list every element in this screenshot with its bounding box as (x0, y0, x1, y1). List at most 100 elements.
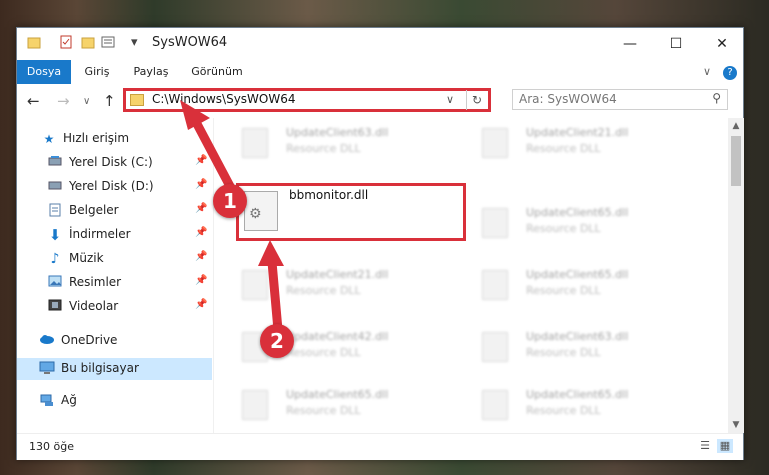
sidebar-item-quick-access[interactable]: ★ Hızlı erişim (17, 128, 212, 150)
cloud-icon (39, 333, 55, 349)
recent-locations-button[interactable]: ∨ (83, 96, 90, 107)
title-bar: ▾ SysWOW64 — ☐ ✕ (17, 28, 743, 60)
vertical-scrollbar[interactable]: ▲ ▼ (728, 118, 744, 433)
list-item[interactable]: UpdateClient21.dll Resource DLL (454, 124, 674, 164)
forward-button[interactable]: → (57, 92, 70, 110)
help-button[interactable]: ? (721, 60, 739, 84)
list-item[interactable]: UpdateClient63.dll Resource DLL (454, 328, 674, 368)
list-item[interactable]: UpdateClient63.dll Resource DLL (214, 124, 434, 164)
sidebar-item-label: Bu bilgisayar (61, 361, 139, 375)
sidebar-item-onedrive[interactable]: OneDrive (17, 330, 212, 352)
dll-file-icon (482, 332, 508, 362)
list-item[interactable]: UpdateClient42.dll Resource DLL (214, 328, 434, 368)
sidebar-item-label: Videolar (69, 299, 119, 313)
tab-view[interactable]: Görünüm (183, 60, 251, 84)
file-type: Resource DLL (286, 142, 361, 155)
videos-icon (47, 299, 63, 315)
new-folder-icon[interactable] (81, 35, 95, 53)
search-box[interactable]: Ara: SysWOW64 ⚲ (512, 89, 728, 110)
pin-icon[interactable]: 📌 (195, 227, 207, 238)
sidebar-item-music[interactable]: ♪ Müzik 📌 (17, 248, 212, 270)
sidebar-item-disk-c[interactable]: Yerel Disk (C:) 📌 (17, 152, 212, 174)
properties-icon[interactable] (59, 35, 73, 53)
pin-icon[interactable]: 📌 (195, 251, 207, 262)
maximize-button[interactable]: ☐ (653, 28, 699, 60)
pin-icon[interactable]: 📌 (195, 203, 207, 214)
dll-file-icon (482, 128, 508, 158)
dll-file-icon (242, 390, 268, 420)
sidebar-item-label: OneDrive (61, 333, 118, 347)
step-2-badge: 2 (260, 324, 294, 358)
tab-share[interactable]: Paylaş (123, 60, 179, 84)
highlighted-file-bbmonitor[interactable]: ⚙ bbmonitor.dll (236, 183, 466, 241)
pin-icon[interactable]: 📌 (195, 179, 207, 190)
back-button[interactable]: ← (27, 92, 40, 110)
dll-file-icon (482, 270, 508, 300)
scrollbar-thumb[interactable] (731, 136, 741, 186)
list-item[interactable]: UpdateClient65.dll Resource DLL (454, 266, 674, 306)
sidebar-item-downloads[interactable]: ⬇ İndirmeler 📌 (17, 224, 212, 246)
file-type: Resource DLL (286, 284, 361, 297)
sidebar-item-label: Yerel Disk (D:) (69, 179, 154, 193)
dll-file-icon (482, 390, 508, 420)
folder-icon (27, 35, 41, 53)
navigation-pane: ★ Hızlı erişim Yerel Disk (C:) 📌 Yerel D… (17, 118, 212, 433)
customize-icon[interactable] (101, 35, 117, 53)
star-icon: ★ (43, 132, 55, 146)
sidebar-item-label: Müzik (69, 251, 104, 265)
file-name: UpdateClient21.dll (286, 268, 389, 281)
list-item[interactable]: UpdateClient21.dll Resource DLL (214, 266, 434, 306)
minimize-button[interactable]: — (607, 28, 653, 60)
sidebar-item-this-pc[interactable]: Bu bilgisayar (17, 358, 212, 380)
address-path[interactable]: C:\Windows\SysWOW64 (152, 92, 296, 106)
sidebar-item-network[interactable]: Ağ (17, 390, 212, 412)
window-title: SysWOW64 (152, 35, 228, 50)
tab-file[interactable]: Dosya (17, 60, 71, 84)
pin-icon[interactable]: 📌 (195, 155, 207, 166)
file-name: UpdateClient65.dll (526, 388, 629, 401)
step-1-badge: 1 (213, 184, 247, 218)
documents-icon (47, 203, 63, 219)
sidebar-item-label: Belgeler (69, 203, 119, 217)
file-name: bbmonitor.dll (289, 188, 369, 202)
sidebar-item-pictures[interactable]: Resimler 📌 (17, 272, 212, 294)
file-name: UpdateClient65.dll (526, 268, 629, 281)
file-name: UpdateClient42.dll (286, 330, 389, 343)
list-item[interactable]: UpdateClient65.dll Resource DLL (214, 386, 434, 426)
disk-icon (47, 179, 63, 195)
tab-home[interactable]: Giriş (75, 60, 119, 84)
gear-icon: ⚙ (249, 206, 262, 222)
sidebar-item-disk-d[interactable]: Yerel Disk (D:) 📌 (17, 176, 212, 198)
up-button[interactable]: ↑ (103, 92, 116, 110)
scroll-down-icon[interactable]: ▼ (728, 417, 744, 433)
sidebar-item-label: Hızlı erişim (63, 131, 130, 145)
sidebar-item-videos[interactable]: Videolar 📌 (17, 296, 212, 318)
file-type: Resource DLL (286, 404, 361, 417)
sidebar-item-documents[interactable]: Belgeler 📌 (17, 200, 212, 222)
pictures-icon (47, 275, 63, 291)
refresh-button[interactable]: ↻ (466, 90, 487, 110)
search-input[interactable]: Ara: SysWOW64 (519, 92, 617, 106)
list-item[interactable]: UpdateClient65.dll Resource DLL (454, 386, 674, 426)
ribbon-tabs: Dosya Giriş Paylaş Görünüm ∨ ? (17, 60, 743, 85)
network-icon (39, 393, 55, 409)
close-button[interactable]: ✕ (699, 28, 745, 60)
music-icon: ♪ (50, 251, 60, 267)
file-type: Resource DLL (526, 346, 601, 359)
help-icon: ? (723, 66, 737, 80)
list-item[interactable]: UpdateClient65.dll Resource DLL (454, 204, 674, 244)
scroll-up-icon[interactable]: ▲ (728, 118, 744, 134)
sidebar-item-label: Yerel Disk (C:) (69, 155, 153, 169)
search-icon: ⚲ (712, 91, 721, 105)
quick-access-dropdown[interactable]: ▾ (131, 35, 138, 50)
large-icons-view-icon[interactable]: ▦ (717, 439, 733, 453)
pin-icon[interactable]: 📌 (195, 299, 207, 310)
pin-icon[interactable]: 📌 (195, 275, 207, 286)
sidebar-item-label: İndirmeler (69, 227, 131, 241)
details-view-icon[interactable]: ☰ (697, 439, 713, 453)
ribbon-expand-button[interactable]: ∨ (697, 60, 717, 84)
file-name: UpdateClient65.dll (286, 388, 389, 401)
address-dropdown-button[interactable]: ∨ (446, 93, 454, 106)
address-bar[interactable]: C:\Windows\SysWOW64 ∨ ↻ (123, 88, 491, 112)
file-list: UpdateClient63.dll Resource DLL UpdateCl… (213, 118, 726, 433)
